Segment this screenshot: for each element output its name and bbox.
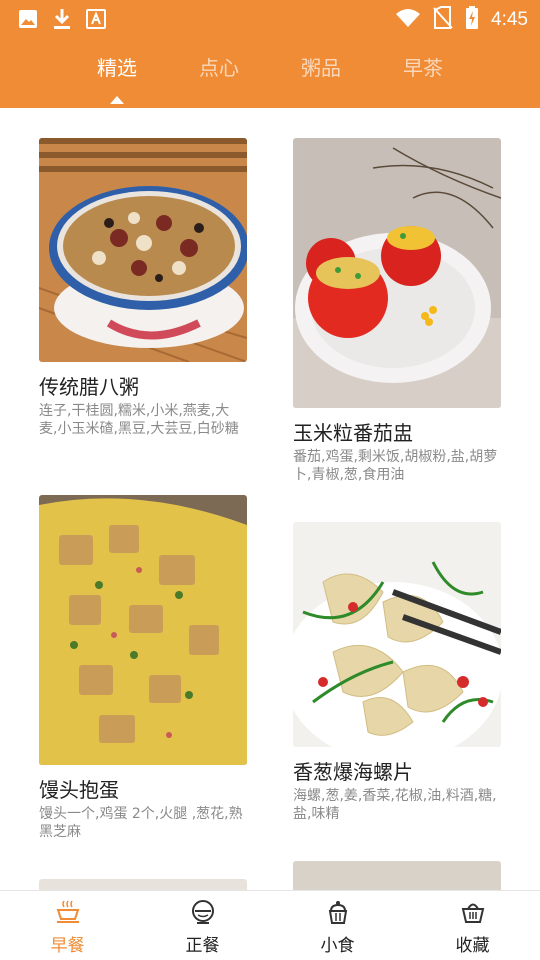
recipe-card[interactable]: 香葱爆海螺片 海螺,葱,姜,香菜,花椒,油,料酒,糖,盐,味精	[293, 522, 501, 823]
cupcake-icon	[328, 901, 347, 924]
recipe-title: 玉米粒番茄盅	[293, 421, 413, 445]
recipe-card[interactable]: 馒头抱蛋 馒头一个,鸡蛋 2个,火腿 ,葱花,熟黑芝麻	[39, 495, 247, 841]
recipe-photo	[39, 879, 247, 890]
nav-label: 早餐	[50, 936, 85, 956]
tab-dim-sum[interactable]: 点心	[168, 52, 270, 96]
battery-charging-icon	[465, 6, 479, 34]
recipe-photo	[293, 861, 501, 890]
text-a-icon	[86, 9, 106, 33]
recipe-title: 馒头抱蛋	[39, 778, 119, 802]
nav-label: 正餐	[185, 936, 220, 956]
nav-breakfast[interactable]: 早餐	[0, 891, 135, 960]
recipe-title: 传统腊八粥	[39, 375, 139, 399]
recipe-card[interactable]	[39, 879, 247, 890]
recipe-grid: 传统腊八粥 连子,干桂圆,糯米,小米,燕麦,大麦,小玉米碴,黑豆,大芸豆,白砂糖…	[0, 108, 540, 890]
nav-favorites[interactable]: 收藏	[405, 891, 540, 960]
wifi-icon	[395, 8, 421, 32]
tab-morning-tea[interactable]: 早茶	[372, 52, 474, 96]
recipe-photo	[293, 522, 501, 747]
recipe-card[interactable]: 玉米粒番茄盅 番茄,鸡蛋,剩米饭,胡椒粉,盐,胡萝卜,青椒,葱,食用油	[293, 138, 501, 484]
download-icon	[52, 8, 72, 34]
tab-indicator	[110, 96, 124, 104]
recipe-ingredients: 番茄,鸡蛋,剩米饭,胡椒粉,盐,胡萝卜,青椒,葱,食用油	[293, 449, 498, 483]
recipe-photo	[39, 138, 247, 362]
rice-bowl-icon	[191, 900, 214, 924]
status-bar: 4:45	[0, 0, 540, 36]
recipe-ingredients: 海螺,葱,姜,香菜,花椒,油,料酒,糖,盐,味精	[293, 788, 497, 822]
app-header: 4:45 精选 点心 粥品 早茶	[0, 0, 540, 108]
clock: 4:45	[491, 9, 528, 30]
basket-icon	[461, 903, 484, 923]
nav-main-meal[interactable]: 正餐	[135, 891, 270, 960]
recipe-ingredients: 馒头一个,鸡蛋 2个,火腿 ,葱花,熟黑芝麻	[39, 806, 243, 840]
image-icon	[18, 9, 38, 33]
recipe-ingredients: 连子,干桂圆,糯米,小米,燕麦,大麦,小玉米碴,黑豆,大芸豆,白砂糖	[39, 403, 239, 437]
nav-label: 小食	[320, 936, 355, 956]
nav-snacks[interactable]: 小食	[270, 891, 405, 960]
tab-congee[interactable]: 粥品	[270, 52, 372, 96]
category-tabs: 精选 点心 粥品 早茶	[66, 52, 474, 104]
recipe-photo	[39, 495, 247, 765]
bottom-nav: 早餐 正餐 小食 收藏	[0, 890, 540, 960]
coffee-cup-icon	[56, 900, 79, 923]
recipe-photo	[293, 138, 501, 408]
tab-featured[interactable]: 精选	[66, 52, 168, 104]
recipe-card[interactable]: 传统腊八粥 连子,干桂圆,糯米,小米,燕麦,大麦,小玉米碴,黑豆,大芸豆,白砂糖	[39, 138, 247, 438]
recipe-title: 香葱爆海螺片	[293, 760, 413, 784]
recipe-card[interactable]	[293, 861, 501, 890]
no-sim-icon	[433, 6, 453, 34]
nav-label: 收藏	[455, 936, 490, 956]
